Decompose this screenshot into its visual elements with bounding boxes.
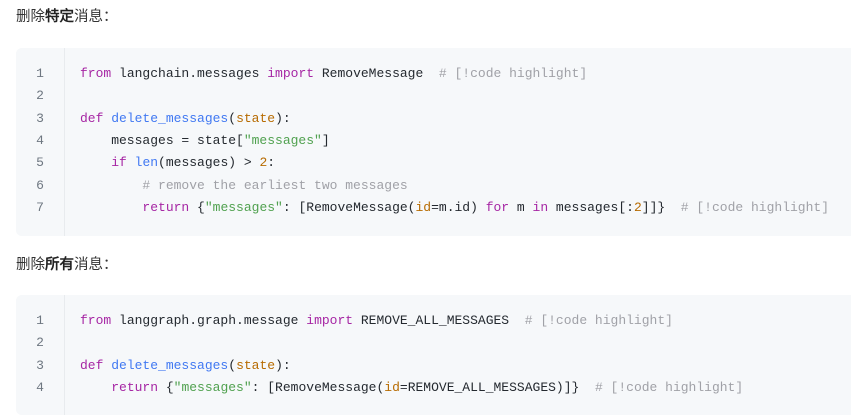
code-token: id xyxy=(415,199,432,215)
heading-text: 消息： xyxy=(74,257,118,273)
code-line: 2 xyxy=(16,85,851,107)
code-token: return xyxy=(111,379,159,395)
code-text: from langgraph.graph.message import REMO… xyxy=(80,310,673,332)
code-text: # remove the earliest two messages xyxy=(80,175,408,197)
code-token: len xyxy=(134,155,159,171)
code-token: from xyxy=(80,66,112,81)
code-token: =m.id) xyxy=(431,199,486,215)
code-line: 4 return {"messages": [RemoveMessage(id=… xyxy=(16,377,851,399)
code-line: 6 # remove the earliest two messages xyxy=(16,175,851,197)
code-line: 4 messages = state["messages"] xyxy=(16,130,851,152)
code-text: from langchain.messages import RemoveMes… xyxy=(80,63,587,85)
code-line: 2 xyxy=(16,332,851,354)
line-number: 6 xyxy=(36,177,44,193)
code-token: 2 xyxy=(633,199,642,215)
heading-emphasis: 特定 xyxy=(45,9,74,25)
line-number: 4 xyxy=(36,379,44,395)
code-token: # remove the earliest two messages xyxy=(142,177,408,193)
code-token: def xyxy=(80,357,104,373)
code-token: REMOVE_ALL_MESSAGES xyxy=(353,313,525,328)
heading-text: 删除 xyxy=(16,9,45,25)
code-token: langgraph.graph.message xyxy=(111,313,307,328)
code-token: if xyxy=(111,155,127,171)
code-token: : [RemoveMessage( xyxy=(251,379,385,395)
code-line: 5 if len(messages) > 2: xyxy=(16,152,851,174)
code-token: state xyxy=(236,110,276,126)
code-token: for xyxy=(485,199,510,215)
code-text: if len(messages) > 2: xyxy=(80,152,275,174)
code-token: from xyxy=(80,313,112,328)
code-token: (messages) > xyxy=(158,155,260,171)
section-heading-all: 删除所有消息： xyxy=(16,255,118,275)
code-line: 1 from langchain.messages import RemoveMe… xyxy=(16,63,851,85)
code-token: : [RemoveMessage( xyxy=(282,199,416,215)
line-number: 2 xyxy=(36,335,44,351)
code-text: def delete_messages(state): xyxy=(80,355,291,377)
code-token: # [!code highlight] xyxy=(438,66,588,81)
code-token: ): xyxy=(275,110,291,126)
code-line: 1 from langgraph.graph.message import REM… xyxy=(16,310,851,332)
code-token: # [!code highlight] xyxy=(594,379,744,395)
code-text: return {"messages": [RemoveMessage(id=m.… xyxy=(80,197,829,219)
code-block-delete-all[interactable]: 1 from langgraph.graph.message import REM… xyxy=(16,295,851,415)
line-number: 3 xyxy=(36,110,44,126)
code-token: messages = state[ xyxy=(80,132,244,148)
code-line: 3 def delete_messages(state): xyxy=(16,355,851,377)
code-line: 7 return {"messages": [RemoveMessage(id=… xyxy=(16,197,851,219)
line-number: 3 xyxy=(36,357,44,373)
code-text: messages = state["messages"] xyxy=(80,130,330,152)
code-line: 3 def delete_messages(state): xyxy=(16,108,851,130)
code-token: delete_messages xyxy=(111,110,229,126)
code-token: delete_messages xyxy=(111,357,229,373)
code-text: def delete_messages(state): xyxy=(80,108,291,130)
code-token: ]]} xyxy=(641,199,681,215)
line-number: 7 xyxy=(36,199,44,215)
code-token: { xyxy=(158,379,174,395)
line-number: 2 xyxy=(36,88,44,104)
code-token: "messages" xyxy=(204,199,283,215)
code-token: in xyxy=(532,199,549,215)
line-number: 1 xyxy=(36,66,44,81)
code-token: { xyxy=(189,199,205,215)
line-number: 5 xyxy=(36,155,44,171)
code-token: import xyxy=(306,313,354,328)
code-token: langchain.messages xyxy=(111,66,268,81)
line-number: 1 xyxy=(36,313,44,328)
code-token: ] xyxy=(321,132,330,148)
code-token: ( xyxy=(228,357,237,373)
code-token: "messages" xyxy=(173,379,252,395)
line-number: 4 xyxy=(36,132,44,148)
code-token: # [!code highlight] xyxy=(524,313,673,328)
code-token: def xyxy=(80,110,104,126)
code-token: # [!code highlight] xyxy=(680,199,830,215)
code-token: ( xyxy=(228,110,237,126)
heading-emphasis: 所有 xyxy=(45,257,74,273)
section-heading-specific: 删除特定消息： xyxy=(16,7,118,27)
code-token: m xyxy=(509,199,533,215)
code-token: messages[: xyxy=(548,199,634,215)
heading-text: 消息： xyxy=(74,9,118,25)
code-block-delete-specific[interactable]: 1 from langchain.messages import RemoveMe… xyxy=(16,48,851,236)
heading-text: 删除 xyxy=(16,257,45,273)
code-token: state xyxy=(236,357,276,373)
code-token: : xyxy=(267,155,276,171)
code-token: RemoveMessage xyxy=(314,66,439,81)
code-text: return {"messages": [RemoveMessage(id=RE… xyxy=(80,377,743,399)
code-token: =REMOVE_ALL_MESSAGES)]} xyxy=(399,379,595,395)
code-token: return xyxy=(142,199,190,215)
code-token: "messages" xyxy=(243,132,322,148)
code-token: import xyxy=(267,66,315,81)
code-token: id xyxy=(384,379,400,395)
code-token: ): xyxy=(275,357,291,373)
